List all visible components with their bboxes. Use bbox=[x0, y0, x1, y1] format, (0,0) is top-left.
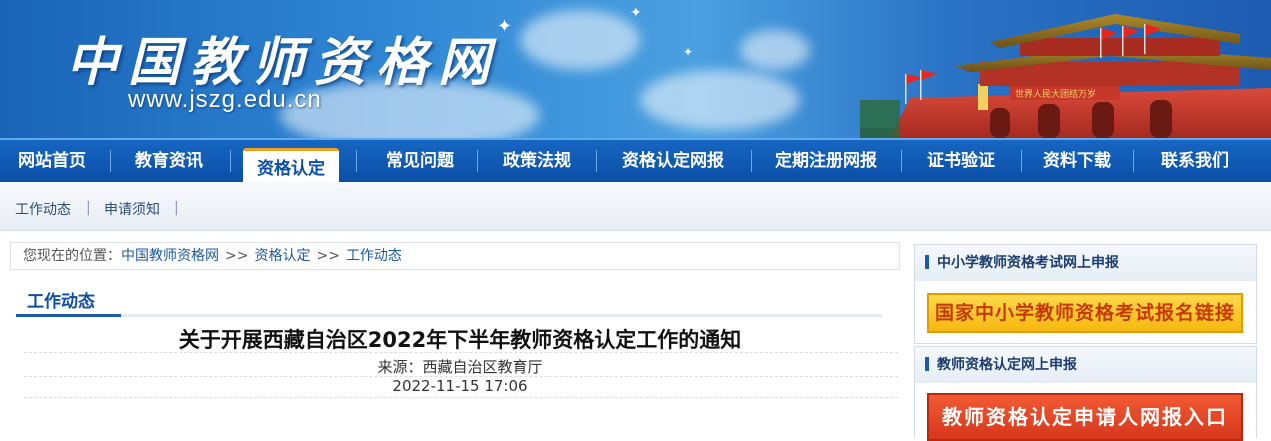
article-date: 2022-11-15 17:06 bbox=[392, 377, 528, 395]
nav-divider bbox=[110, 150, 111, 172]
subnav-divider: | bbox=[174, 200, 179, 216]
sub-nav: 工作动态 | 申请须知 | bbox=[0, 182, 1271, 231]
nav-item-certification[interactable]: 资格认定 bbox=[243, 148, 339, 184]
breadcrumb-separator: >> bbox=[225, 248, 249, 264]
tiananmen-illustration: 世界人民大团结万岁 bbox=[860, 14, 1271, 138]
subnav-item-work-news[interactable]: 工作动态 bbox=[15, 199, 71, 219]
sidebar-exam-box: 中小学教师资格考试网上申报 国家中小学教师资格考试报名链接 bbox=[914, 244, 1257, 344]
sidebar-cert-heading: 教师资格认定网上申报 bbox=[915, 347, 1256, 383]
site-url: www.jszg.edu.cn bbox=[128, 86, 322, 113]
sidebar-exam-heading: 中小学教师资格考试网上申报 bbox=[915, 245, 1256, 281]
dotted-divider bbox=[24, 397, 898, 398]
sidebar-cert-box: 教师资格认定网上申报 教师资格认定申请人网报入口 bbox=[914, 346, 1257, 441]
subnav-divider: | bbox=[86, 200, 91, 216]
article-source: 来源：西藏自治区教育厅 bbox=[377, 358, 543, 376]
nav-item-news[interactable]: 教育资讯 bbox=[117, 140, 221, 182]
breadcrumb-link-work-news[interactable]: 工作动态 bbox=[346, 248, 402, 264]
nav-divider bbox=[356, 150, 357, 172]
breadcrumb-link-home[interactable]: 中国教师资格网 bbox=[121, 248, 219, 264]
sidebar-exam-heading-text: 中小学教师资格考试网上申报 bbox=[937, 255, 1119, 271]
sidebar-cert-heading-text: 教师资格认定网上申报 bbox=[937, 357, 1077, 373]
star-icon: ✦ bbox=[630, 5, 642, 21]
breadcrumb-prefix: 您现在的位置： bbox=[23, 248, 121, 264]
heading-marker-icon bbox=[925, 357, 929, 371]
cloud-decoration bbox=[740, 30, 810, 70]
breadcrumb-link-certification[interactable]: 资格认定 bbox=[254, 248, 310, 264]
svg-text:世界人民大团结万岁: 世界人民大团结万岁 bbox=[1015, 88, 1096, 99]
breadcrumb: 您现在的位置：中国教师资格网 >> 资格认定 >> 工作动态 bbox=[10, 242, 900, 270]
heading-marker-icon bbox=[925, 255, 929, 269]
cloud-decoration bbox=[640, 70, 800, 130]
nav-divider bbox=[596, 150, 597, 172]
section-underline bbox=[16, 314, 882, 317]
nav-item-contact[interactable]: 联系我们 bbox=[1140, 140, 1250, 182]
site-title: 中国教师资格网 bbox=[66, 32, 501, 93]
section-title: 工作动态 bbox=[27, 292, 95, 312]
article-title: 关于开展西藏自治区2022年下半年教师资格认定工作的通知 bbox=[178, 328, 742, 352]
breadcrumb-separator: >> bbox=[316, 248, 340, 264]
nav-item-downloads[interactable]: 资料下载 bbox=[1028, 140, 1126, 182]
nav-divider bbox=[1133, 150, 1134, 172]
subnav-item-application-notes[interactable]: 申请须知 bbox=[104, 199, 160, 219]
nav-item-faq[interactable]: 常见问题 bbox=[365, 140, 475, 182]
nav-divider bbox=[477, 150, 478, 172]
star-icon: ✦ bbox=[683, 45, 694, 59]
nav-item-registration[interactable]: 定期注册网报 bbox=[758, 140, 894, 182]
nav-divider bbox=[901, 150, 902, 172]
nav-divider bbox=[1021, 150, 1022, 172]
header-banner: ✦ ✦ ✦ 中国教师资格网 www.jszg.edu.cn 世界人民大团结万岁 bbox=[0, 0, 1271, 138]
cloud-decoration bbox=[520, 10, 640, 70]
cert-application-entry-button[interactable]: 教师资格认定申请人网报入口 bbox=[927, 393, 1243, 441]
nav-divider bbox=[230, 150, 231, 172]
nav-item-verify[interactable]: 证书验证 bbox=[908, 140, 1014, 182]
nav-item-home[interactable]: 网站首页 bbox=[0, 140, 104, 182]
nav-item-policy[interactable]: 政策法规 bbox=[484, 140, 590, 182]
nav-item-cert-online[interactable]: 资格认定网报 bbox=[603, 140, 743, 182]
main-nav: 网站首页 教育资讯 资格认定 常见问题 政策法规 资格认定网报 定期注册网报 证… bbox=[0, 138, 1271, 184]
nav-divider bbox=[751, 150, 752, 172]
dotted-divider bbox=[24, 352, 898, 353]
section-underline-accent bbox=[16, 314, 121, 317]
exam-registration-link-button[interactable]: 国家中小学教师资格考试报名链接 bbox=[927, 293, 1243, 333]
